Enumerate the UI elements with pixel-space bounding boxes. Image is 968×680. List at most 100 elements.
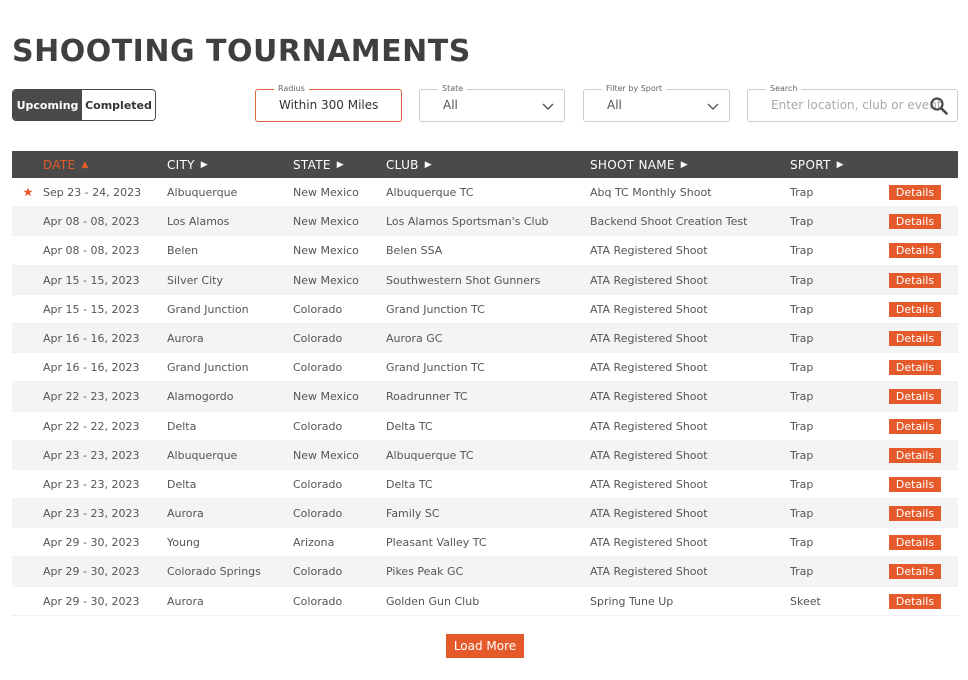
shoot-name-cell: ATA Registered Shoot [590, 331, 708, 345]
sport-cell: Trap [790, 448, 814, 462]
radius-select[interactable]: Radius Within 300 Miles [255, 84, 402, 122]
header-city[interactable]: CITY ▶ [167, 151, 208, 178]
details-button[interactable]: Details [889, 593, 941, 609]
details-button[interactable]: Details [889, 243, 941, 259]
date-cell: Apr 22 - 22, 2023 [43, 419, 140, 433]
city-cell: Albuquerque [167, 186, 238, 199]
state-cell: Colorado [293, 361, 343, 375]
load-more-button[interactable]: Load More [446, 634, 524, 658]
shoot-name-cell: ATA Registered Shoot [590, 361, 708, 375]
details-button[interactable]: Details [889, 360, 941, 376]
table-row: Apr 15 - 15, 2023 Silver City New Mexico So… [12, 265, 958, 295]
city-cell: Young [167, 536, 200, 550]
star-icon [23, 187, 33, 197]
caret-right-icon: ▶ [336, 159, 344, 170]
caret-right-icon: ▶ [680, 159, 689, 170]
club-cell: Albuquerque TC [386, 448, 474, 462]
state-value: All [443, 98, 458, 112]
club-cell: Aurora GC [386, 331, 443, 345]
tournaments-table: DATE ▲ CITY ▶ STATE ▶ CLUB ▶ SHOOT NAME … [12, 151, 958, 616]
date-cell: Apr 23 - 23, 2023 [43, 507, 140, 521]
details-button[interactable]: Details [889, 214, 941, 230]
date-cell: Apr 08 - 08, 2023 [43, 215, 140, 229]
header-state-label: STATE [293, 157, 331, 172]
state-cell: New Mexico [293, 390, 359, 404]
date-cell: Apr 29 - 30, 2023 [43, 594, 140, 608]
state-cell: New Mexico [293, 244, 359, 258]
club-cell: Pleasant Valley TC [386, 536, 487, 550]
sport-label: Filter by Sport [602, 84, 667, 94]
sport-cell: Trap [790, 419, 814, 433]
club-cell: Albuquerque TC [386, 186, 474, 199]
header-club-label: CLUB [386, 157, 419, 172]
details-button[interactable]: Details [889, 506, 941, 522]
state-cell: New Mexico [293, 448, 359, 462]
details-button[interactable]: Details [889, 476, 941, 492]
chevron-down-icon [707, 103, 719, 110]
header-sport-label: SPORT [790, 157, 831, 172]
city-cell: Aurora [167, 331, 204, 345]
shoot-name-cell: ATA Registered Shoot [590, 477, 708, 491]
city-cell: Grand Junction [167, 302, 249, 316]
sport-value: All [607, 98, 622, 112]
date-cell: Apr 29 - 30, 2023 [43, 536, 140, 550]
details-button[interactable]: Details [889, 564, 941, 580]
club-cell: Roadrunner TC [386, 390, 468, 404]
table-row: Apr 23 - 23, 2023 Delta Colorado Delta TC AT… [12, 469, 958, 500]
table-row: Apr 22 - 23, 2023 Alamogordo New Mexico Roa… [12, 382, 958, 412]
state-cell: Colorado [293, 565, 343, 579]
table-row: Apr 15 - 15, 2023 Grand Junction Colorado G… [12, 294, 958, 324]
header-shoot-name[interactable]: SHOOT NAME ▶ [590, 151, 688, 178]
date-cell: Apr 15 - 15, 2023 [43, 302, 140, 316]
state-cell: Colorado [293, 594, 343, 608]
table-row: Apr 23 - 23, 2023 Albuquerque New Mexico Al… [12, 440, 958, 470]
shoot-name-cell: ATA Registered Shoot [590, 448, 708, 462]
shoot-name-cell: ATA Registered Shoot [590, 565, 708, 579]
sport-cell: Trap [790, 331, 814, 345]
club-cell: Southwestern Shot Gunners [386, 273, 541, 287]
city-cell: Aurora [167, 594, 204, 608]
sport-cell: Trap [790, 215, 814, 229]
details-button[interactable]: Details [889, 185, 941, 200]
state-cell: New Mexico [293, 215, 359, 229]
search-field[interactable]: Search Enter location, club or event [747, 84, 958, 122]
radius-value: Within 300 Miles [279, 98, 379, 112]
date-cell: Apr 29 - 30, 2023 [43, 565, 140, 579]
search-label: Search [766, 84, 802, 94]
details-button[interactable]: Details [889, 418, 941, 434]
state-select[interactable]: State All [419, 84, 565, 122]
details-button[interactable]: Details [889, 389, 941, 405]
completed-tab[interactable]: Completed [82, 90, 155, 120]
city-cell: Silver City [167, 273, 223, 287]
search-icon[interactable] [929, 96, 949, 116]
city-cell: Delta [167, 419, 197, 433]
club-cell: Grand Junction TC [386, 302, 485, 316]
details-button[interactable]: Details [889, 535, 941, 551]
details-button[interactable]: Details [889, 272, 941, 288]
search-input[interactable]: Enter location, club or event [771, 98, 942, 112]
details-button[interactable]: Details [889, 301, 941, 317]
chevron-down-icon [542, 103, 554, 110]
city-cell: Belen [167, 244, 199, 258]
sport-select[interactable]: Filter by Sport All [583, 84, 730, 122]
city-cell: Aurora [167, 507, 204, 521]
sort-up-icon: ▲ [81, 159, 89, 170]
details-button[interactable]: Details [889, 447, 941, 463]
header-club[interactable]: CLUB ▶ [386, 151, 432, 178]
date-cell: Apr 23 - 23, 2023 [43, 477, 140, 491]
club-cell: Delta TC [386, 477, 433, 491]
details-button[interactable]: Details [889, 330, 941, 346]
table-row: Apr 29 - 30, 2023 Young Arizona Pleasant Va… [12, 528, 958, 558]
table-row: Apr 08 - 08, 2023 Los Alamos New Mexico Los… [12, 207, 958, 237]
upcoming-tab[interactable]: Upcoming [13, 90, 82, 120]
sport-cell: Trap [790, 565, 814, 579]
shoot-name-cell: ATA Registered Shoot [590, 536, 708, 550]
header-state[interactable]: STATE ▶ [293, 151, 344, 178]
shoot-name-cell: ATA Registered Shoot [590, 507, 708, 521]
header-sport[interactable]: SPORT ▶ [790, 151, 844, 178]
date-cell: Apr 15 - 15, 2023 [43, 273, 140, 287]
state-cell: Arizona [293, 536, 335, 550]
sport-cell: Trap [790, 302, 814, 316]
club-cell: Grand Junction TC [386, 361, 485, 375]
header-date[interactable]: DATE ▲ [43, 151, 89, 178]
